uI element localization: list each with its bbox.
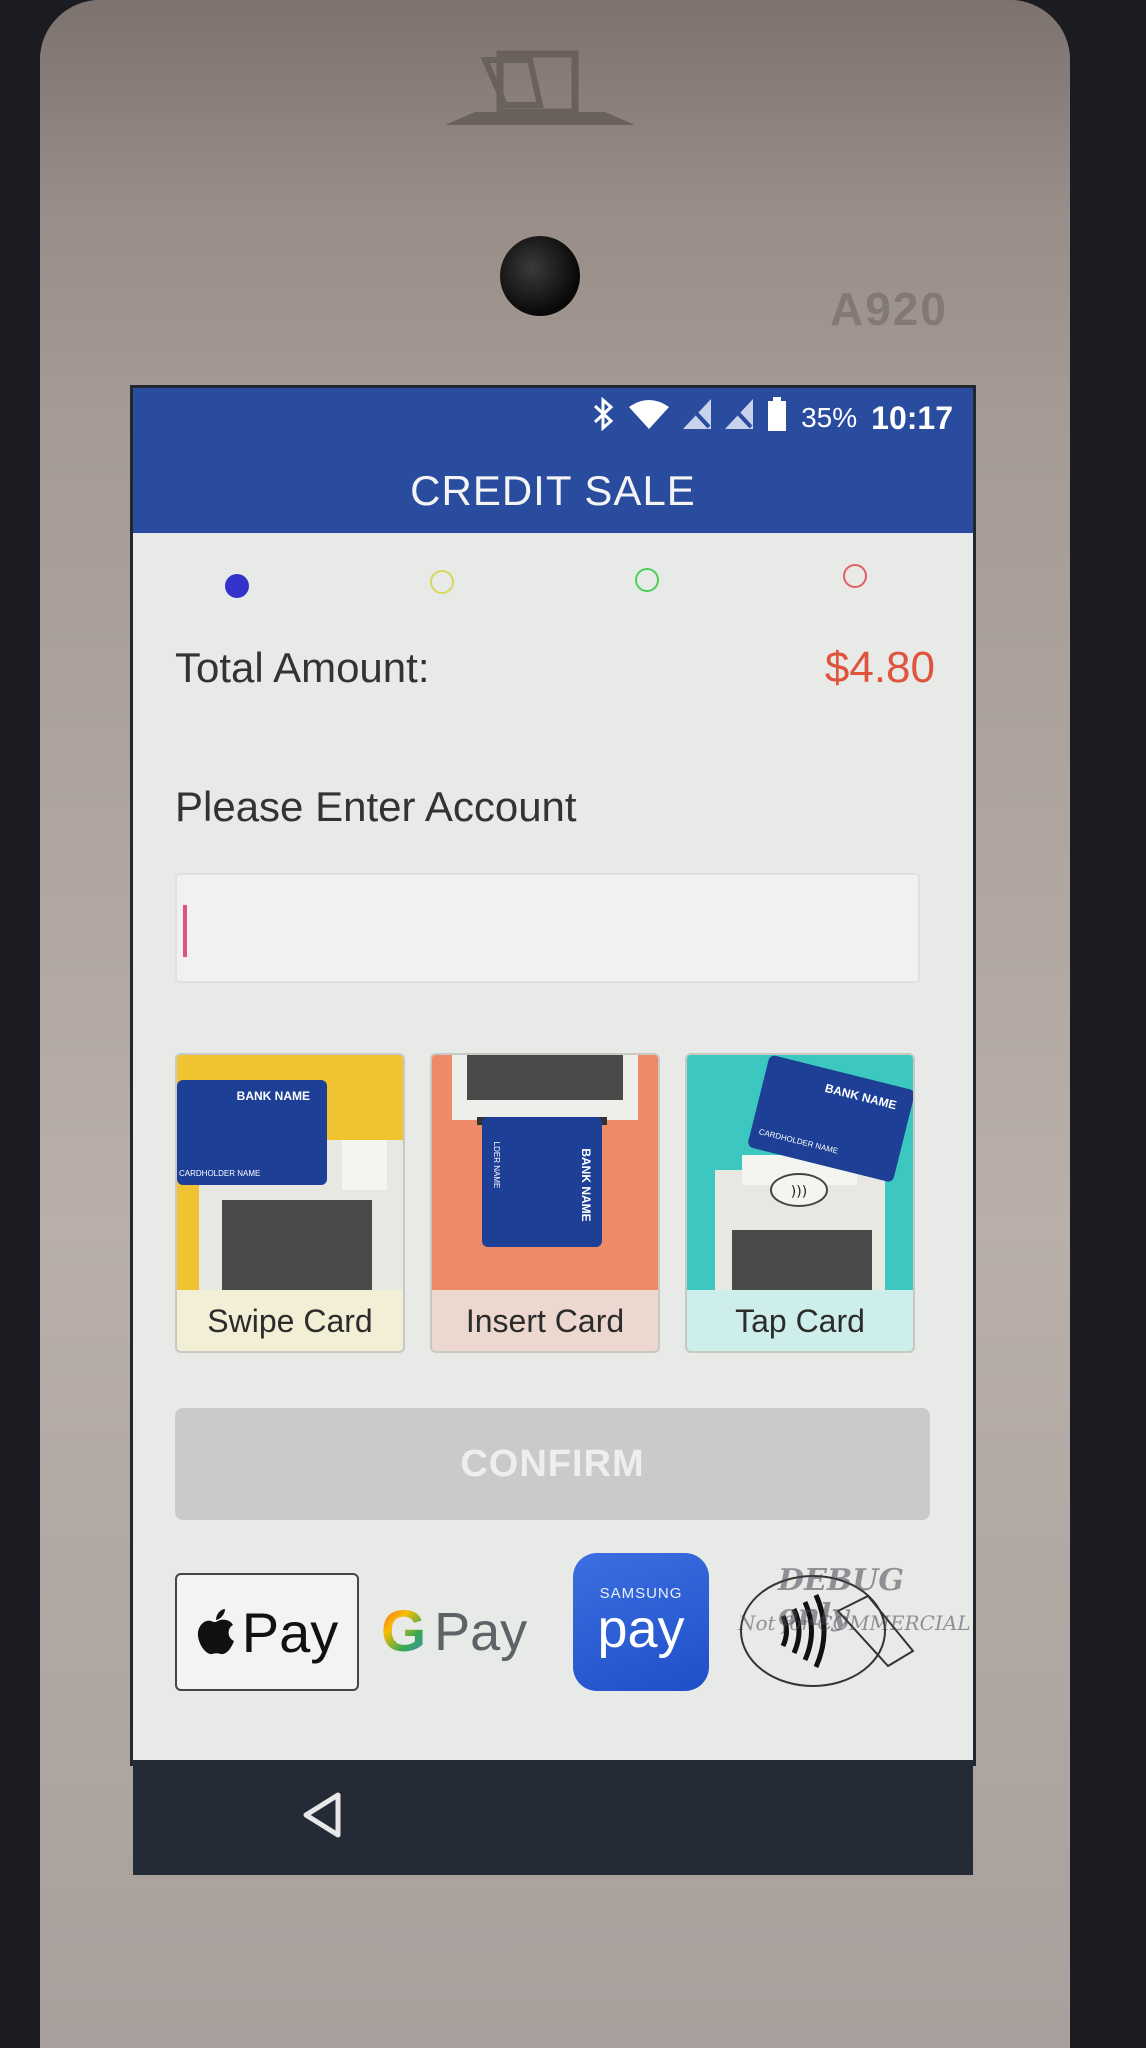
bluetooth-icon [593, 396, 615, 439]
status-bar: 35% 10:17 [133, 388, 973, 448]
total-amount-row: Total Amount: $4.80 [175, 643, 935, 693]
card-entry-options: BANK NAME CARDHOLDER NAME Swipe Card BAN… [175, 1053, 925, 1358]
device-model-label: A920 [830, 283, 948, 335]
swipe-card-option[interactable]: BANK NAME CARDHOLDER NAME Swipe Card [175, 1053, 405, 1353]
confirm-button[interactable]: CONFIRM [175, 1408, 930, 1520]
insert-card-holder-text: LDER NAME [492, 1142, 501, 1189]
tap-card-icon: ))) BANK NAME CARDHOLDER NAME [687, 1055, 913, 1290]
insert-card-icon: BANK NAME LDER NAME [432, 1055, 658, 1290]
samsung-pay-brand: SAMSUNG [599, 1584, 683, 1602]
step-dot-2 [430, 570, 454, 594]
no-sim-icon [725, 399, 754, 437]
terminal-screen: 35% 10:17 CREDIT SALE Total Amount: $4.8… [130, 385, 976, 1766]
samsung-pay-text: pay [597, 1598, 685, 1659]
google-g-icon: G [381, 1599, 427, 1664]
page-title: CREDIT SALE [133, 448, 973, 533]
apple-pay-logo: Pay [175, 1573, 359, 1691]
battery-icon [767, 397, 787, 439]
insert-card-option[interactable]: BANK NAME LDER NAME Insert Card [430, 1053, 660, 1353]
step-indicator [133, 564, 973, 608]
account-input[interactable] [175, 873, 920, 983]
debug-watermark-sub: Not for COMMERCIAL [738, 1611, 971, 1635]
navigation-bar [133, 1760, 973, 1875]
swipe-card-icon: BANK NAME CARDHOLDER NAME [177, 1055, 403, 1290]
swipe-card-label: Swipe Card [207, 1303, 373, 1339]
status-clock: 10:17 [871, 399, 953, 436]
tap-card-option[interactable]: ))) BANK NAME CARDHOLDER NAME Tap Card [685, 1053, 915, 1353]
step-dot-3 [635, 568, 659, 592]
swipe-card-holder-text: CARDHOLDER NAME [179, 1169, 260, 1178]
tap-card-label: Tap Card [735, 1303, 865, 1339]
back-icon[interactable] [298, 1790, 348, 1840]
battery-percent: 35% [801, 402, 858, 433]
account-prompt: Please Enter Account [175, 783, 577, 830]
wifi-icon [629, 399, 670, 437]
apple-pay-text: Pay [241, 1600, 339, 1664]
google-pay-text: Pay [434, 1601, 528, 1662]
insert-card-bank-text: BANK NAME [579, 1148, 593, 1221]
swipe-card-bank-text: BANK NAME [237, 1089, 310, 1103]
printer-icon [445, 50, 635, 125]
total-amount-value: $4.80 [824, 643, 935, 692]
google-pay-logo: G Pay [381, 1598, 527, 1665]
no-sim-icon [683, 399, 712, 437]
camera-lens [500, 236, 580, 316]
step-dot-1 [225, 574, 249, 598]
total-amount-label: Total Amount: [175, 644, 430, 691]
text-cursor [183, 905, 187, 957]
insert-card-label: Insert Card [465, 1303, 625, 1339]
payment-methods-row: Pay G Pay SAMSUNG pay DEBUG only Not for… [133, 1553, 973, 1693]
svg-text:))): ))) [791, 1184, 807, 1200]
samsung-pay-logo: SAMSUNG pay [573, 1553, 709, 1691]
apple-icon [197, 1609, 234, 1655]
step-dot-4 [843, 564, 867, 588]
